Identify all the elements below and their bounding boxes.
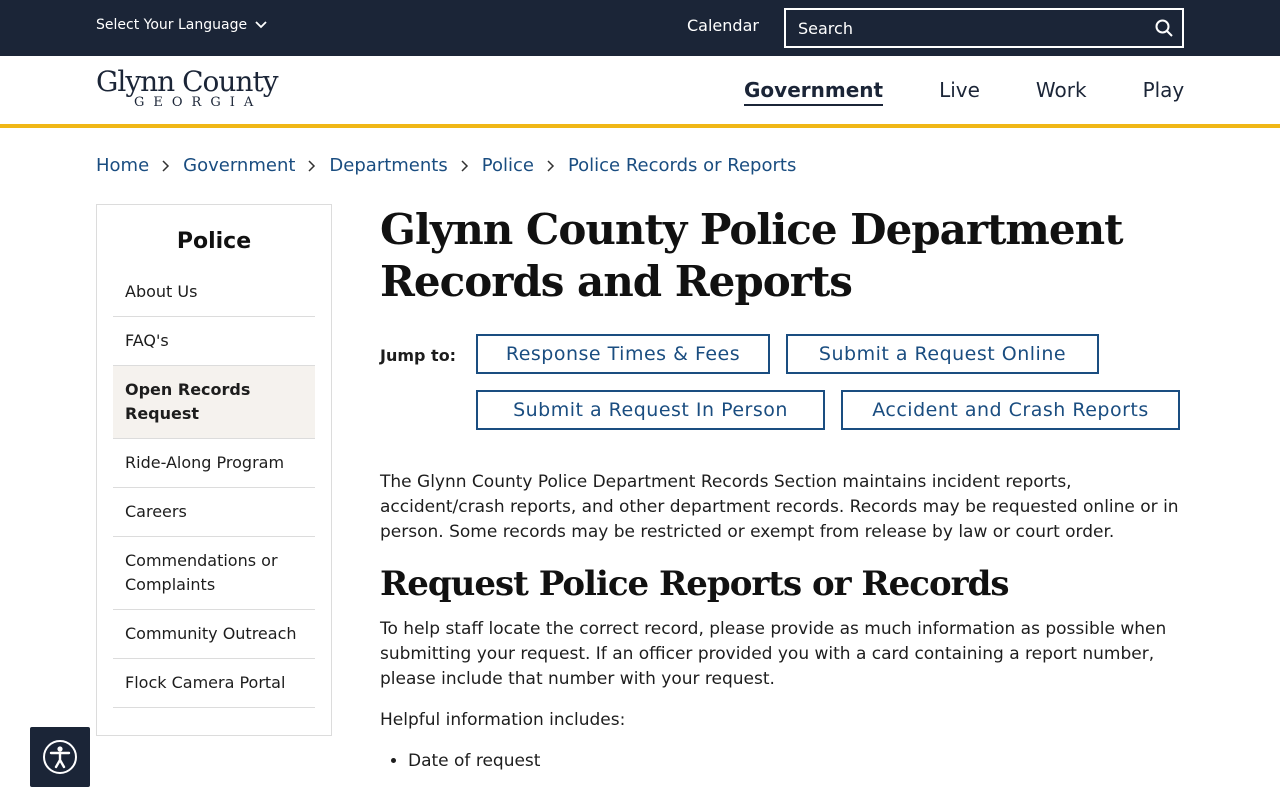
chevron-right-icon [295,159,329,172]
site-header: Glynn County GEORGIA Government Live Wor… [0,56,1280,128]
language-selector[interactable]: Select Your Language [96,17,267,33]
breadcrumb-government[interactable]: Government [183,155,295,176]
calendar-link[interactable]: Calendar [687,16,759,35]
sidebar-item-open-records[interactable]: Open Records Request [113,366,315,439]
chevron-down-icon [255,21,267,29]
logo-line1: Glynn County [96,65,279,98]
sidebar-item-flock-camera[interactable]: Flock Camera Portal [113,659,315,708]
sidebar-title: Police [176,229,252,254]
jump-links: Jump to: Response Times & Fees Submit a … [380,334,1184,430]
breadcrumb-police[interactable]: Police [482,155,534,176]
section-paragraph: To help staff locate the correct record,… [380,619,1167,689]
section-heading: Request Police Reports or Records [380,564,1010,604]
chevron-right-icon [534,159,568,172]
breadcrumb-departments[interactable]: Departments [329,155,447,176]
logo-line2: GEORGIA [134,95,263,110]
helpful-label: Helpful information includes: [380,710,626,730]
sidebar-item-about-us[interactable]: About Us [113,268,315,317]
utility-bar: Select Your Language Calendar [0,0,1280,56]
sidebar-item-faqs[interactable]: FAQ's [113,317,315,366]
chevron-right-icon [448,159,482,172]
sidebar-item-commendations[interactable]: Commendations or Complaints [113,537,315,610]
jump-submit-in-person-button[interactable]: Submit a Request In Person [476,390,825,430]
sidebar-item-ride-along[interactable]: Ride-Along Program [113,439,315,488]
accessibility-icon [43,740,77,774]
accessibility-button[interactable] [30,727,90,787]
nav-government[interactable]: Government [744,78,884,106]
helpful-list: Date of request [380,749,1184,774]
sidebar-item-careers[interactable]: Careers [113,488,315,537]
section-sidebar: Police About Us FAQ's Open Records Reque… [96,204,332,736]
jump-response-times-button[interactable]: Response Times & Fees [476,334,770,374]
jump-label: Jump to: [380,346,457,365]
nav-work[interactable]: Work [1036,78,1087,106]
main-nav: Government Live Work Play [744,78,1184,106]
search-box [784,8,1184,48]
list-item: Date of request [408,749,1184,774]
jump-submit-online-button[interactable]: Submit a Request Online [786,334,1099,374]
breadcrumb-current[interactable]: Police Records or Reports [568,155,796,176]
language-label: Select Your Language [96,17,248,33]
breadcrumb-home[interactable]: Home [96,155,149,176]
site-logo[interactable]: Glynn County GEORGIA [96,68,296,114]
page-title: Glynn County Police Department Records a… [380,205,1124,306]
sidebar-item-community-outreach[interactable]: Community Outreach [113,610,315,659]
breadcrumb: Home Government Departments Police Polic… [96,155,796,176]
main-content: Glynn County Police Department Records a… [380,204,1184,774]
jump-accident-reports-button[interactable]: Accident and Crash Reports [841,390,1180,430]
nav-play[interactable]: Play [1143,78,1185,106]
search-icon[interactable] [1146,10,1182,46]
intro-paragraph: The Glynn County Police Department Recor… [380,472,1179,542]
nav-live[interactable]: Live [939,78,980,106]
search-input[interactable] [786,10,1146,46]
chevron-right-icon [149,159,183,172]
